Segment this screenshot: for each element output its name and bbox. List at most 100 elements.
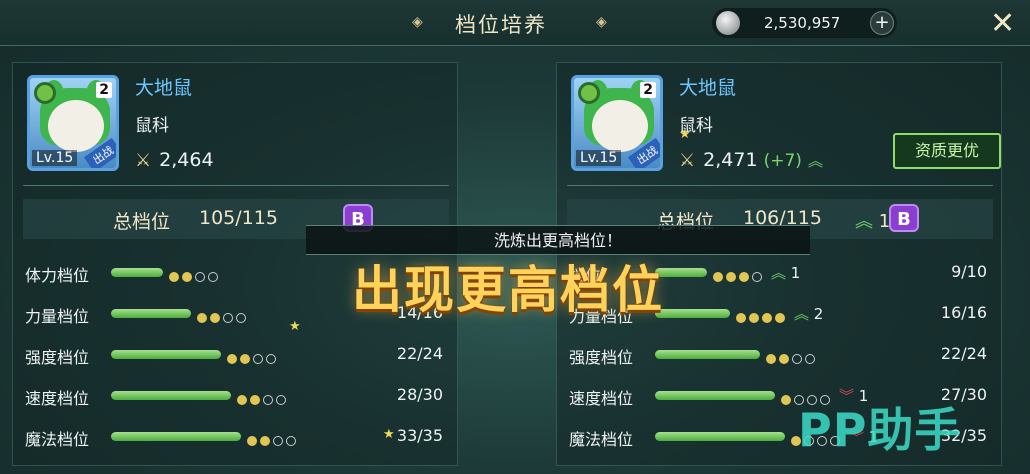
higher-grade-banner: 出现更高档位	[352, 261, 664, 319]
power-value: 2,464	[159, 149, 214, 171]
filled-dot	[762, 312, 772, 323]
currency-amount: 2,530,957	[764, 14, 841, 32]
double-up-arrow-icon: ︽	[771, 264, 791, 282]
empty-dot	[266, 353, 276, 364]
pet-name: 大地鼠	[135, 77, 193, 99]
stat-value: 22/24	[396, 344, 443, 363]
grade-badge: B	[889, 204, 919, 232]
grade-dots	[766, 348, 818, 364]
grade-dots	[247, 430, 299, 446]
total-value: 105/115	[199, 207, 278, 229]
stat-bar	[111, 391, 231, 400]
stat-label: 速度档位	[569, 389, 634, 408]
pet-face	[48, 100, 104, 152]
total-label: 总档位	[113, 211, 171, 233]
power-delta: (+7)	[763, 151, 802, 171]
crossed-swords-icon: ⚔	[135, 150, 152, 171]
add-currency-button[interactable]: +	[870, 11, 894, 35]
stat-label: 魔法档位	[569, 430, 634, 449]
power-value: 2,471	[703, 149, 758, 171]
stat-bar	[655, 309, 730, 318]
double-up-arrow-icon: ︽	[855, 211, 873, 232]
stat-value: 9/10	[951, 262, 987, 281]
empty-dot	[253, 353, 263, 364]
empty-dot	[236, 312, 246, 323]
filled-dot	[726, 271, 736, 282]
stat-label: 力量档位	[25, 307, 90, 326]
pet-level: Lv.15	[32, 150, 78, 166]
toast-message: 洗炼出更高档位！	[493, 231, 622, 250]
empty-dot	[286, 435, 296, 446]
pet-face	[592, 100, 648, 152]
filled-dot	[775, 312, 785, 323]
filled-dot	[169, 271, 179, 282]
stat-bar	[655, 350, 760, 359]
stat-delta-value: 2	[813, 305, 824, 323]
star-count: 2	[640, 82, 656, 98]
empty-dot	[223, 312, 233, 323]
combat-power: ⚔ 2,464	[135, 149, 214, 171]
ornament-icon: ◈	[596, 14, 607, 30]
stat-row: 强度档位 22/24	[567, 341, 993, 369]
stat-delta-value: 1	[790, 264, 801, 282]
element-icon	[34, 82, 56, 104]
total-delta: ︽ 1	[855, 207, 890, 233]
sparkle-icon: ★	[289, 319, 301, 334]
pet-name: 大地鼠	[679, 77, 737, 99]
stat-value: 16/16	[940, 303, 987, 322]
empty-dot	[263, 394, 273, 405]
filled-dot	[766, 353, 776, 364]
grade-dots	[227, 348, 279, 364]
stat-row: 强度档位 22/24	[23, 341, 449, 369]
empty-dot	[792, 353, 802, 364]
currency-box: 2,530,957 +	[712, 8, 897, 38]
stat-label: 强度档位	[25, 348, 90, 367]
stat-label: 体力档位	[25, 266, 90, 285]
grade-dots	[197, 307, 249, 323]
empty-dot	[276, 394, 286, 405]
filled-dot	[736, 312, 746, 323]
empty-dot	[208, 271, 218, 282]
filled-dot	[210, 312, 220, 323]
filled-dot	[781, 394, 791, 405]
watermark-logo: PP助手	[798, 403, 962, 457]
page-title: 档位培养	[455, 13, 547, 37]
double-up-arrow-icon: ︽	[807, 152, 823, 170]
element-icon	[578, 82, 600, 104]
crossed-swords-icon: ⚔	[679, 150, 696, 171]
divider	[23, 185, 449, 186]
stat-bar	[111, 432, 241, 441]
empty-dot	[195, 271, 205, 282]
filled-dot	[240, 353, 250, 364]
filled-dot	[739, 271, 749, 282]
stat-delta: ︽ 1	[771, 262, 800, 283]
divider	[567, 185, 993, 186]
pet-level: Lv.15	[576, 150, 622, 166]
pet-avatar[interactable]: 2 Lv.15 出战	[27, 75, 119, 171]
filled-dot	[779, 353, 789, 364]
better-aptitude-button[interactable]: 资质更优	[893, 133, 1001, 169]
grade-dots	[169, 266, 221, 282]
ornament-icon: ◈	[412, 14, 423, 30]
filled-dot	[227, 353, 237, 364]
header-bar: ◈ 档位培养 ◈ 2,530,957 + ✕	[0, 0, 1030, 46]
double-up-arrow-icon: ︽	[794, 305, 814, 323]
stat-value: 28/30	[396, 385, 443, 404]
stat-label: 速度档位	[25, 389, 90, 408]
stat-bar	[111, 350, 221, 359]
pet-family: 鼠科	[135, 116, 169, 136]
stat-row: 速度档位 28/30	[23, 382, 449, 410]
sparkle-icon: ★	[679, 127, 691, 142]
stat-label: 强度档位	[569, 348, 634, 367]
grade-dots	[736, 307, 788, 323]
close-icon[interactable]: ✕	[990, 6, 1015, 41]
grade-dots	[713, 266, 765, 282]
filled-dot	[237, 394, 247, 405]
empty-dot	[273, 435, 283, 446]
stat-bar	[655, 432, 785, 441]
filled-dot	[749, 312, 759, 323]
silver-coin-icon	[716, 11, 740, 35]
stat-bar	[111, 268, 163, 277]
pet-avatar[interactable]: 2 Lv.15 出战	[571, 75, 663, 171]
star-count: 2	[96, 82, 112, 98]
